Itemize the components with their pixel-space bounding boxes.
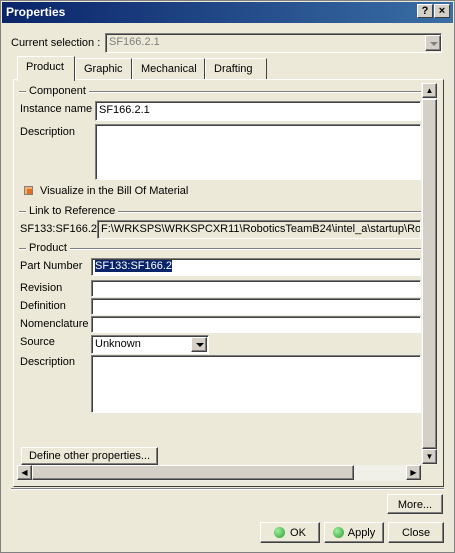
component-group-title: Component: [26, 85, 89, 97]
apply-button[interactable]: Apply: [324, 522, 384, 543]
footer-separator: [11, 488, 444, 489]
definition-field[interactable]: [91, 298, 421, 315]
component-description-label: Description: [20, 126, 76, 138]
chevron-down-icon: [430, 42, 438, 46]
properties-dialog: Properties ? × Current selection : SF166…: [0, 0, 455, 553]
tab-product-label: Product: [26, 61, 64, 73]
current-selection-value: SF166.2.1: [109, 36, 160, 48]
tab-drafting-label: Drafting: [214, 63, 253, 75]
bom-label: Visualize in the Bill Of Material: [40, 185, 189, 197]
revision-label: Revision: [20, 282, 63, 294]
vertical-scroll-thumb[interactable]: [422, 99, 437, 449]
nomenclature-field[interactable]: [91, 316, 421, 333]
ok-icon: [274, 527, 286, 538]
more-button[interactable]: More...: [387, 494, 443, 514]
ok-button-label: OK: [290, 527, 306, 539]
arrow-up-icon: ▲: [425, 86, 434, 95]
tab-mechanical-label: Mechanical: [141, 63, 197, 75]
part-number-label: Part Number: [20, 260, 83, 272]
close-icon: ×: [438, 5, 446, 17]
source-value: Unknown: [95, 338, 141, 350]
tab-product[interactable]: Product: [17, 56, 75, 81]
close-window-button[interactable]: ×: [434, 4, 450, 18]
scroll-up-button[interactable]: ▲: [422, 83, 437, 98]
title-bar: Properties: [2, 2, 453, 23]
window-title: Properties: [6, 5, 66, 19]
help-icon: ?: [421, 5, 429, 17]
bom-checkbox[interactable]: [24, 186, 33, 195]
define-other-properties-label: Define other properties...: [28, 450, 151, 462]
part-number-field[interactable]: SF133:SF166.2: [91, 258, 421, 276]
component-description-field[interactable]: [95, 124, 421, 180]
tab-mechanical[interactable]: Mechanical: [132, 58, 205, 80]
instance-name-field[interactable]: SF166.2.1: [95, 101, 421, 121]
more-button-label: More...: [397, 499, 433, 511]
define-other-properties-button[interactable]: Define other properties...: [21, 447, 158, 465]
scroll-left-button[interactable]: ◀: [17, 465, 32, 480]
horizontal-scroll-thumb[interactable]: [32, 465, 354, 480]
definition-label: Definition: [20, 300, 66, 312]
close-button[interactable]: Close: [388, 522, 444, 543]
link-group-title: Link to Reference: [26, 205, 119, 217]
scroll-down-button[interactable]: ▼: [422, 449, 437, 464]
close-button-label: Close: [401, 527, 431, 539]
tab-graphic-label: Graphic: [84, 63, 123, 75]
apply-button-label: Apply: [347, 527, 376, 539]
revision-field[interactable]: [91, 280, 421, 297]
arrow-down-icon: ▼: [425, 452, 434, 461]
link-reference-path: F:\WRKSPS\WRKSPCXR11\RoboticsTeamB24\int…: [97, 220, 421, 239]
ok-button[interactable]: OK: [260, 522, 320, 543]
nomenclature-label: Nomenclature: [20, 318, 89, 330]
arrow-right-icon: ▶: [410, 468, 417, 477]
product-group-title: Product: [26, 242, 70, 254]
link-reference-path-value: F:\WRKSPS\WRKSPCXR11\RoboticsTeamB24\int…: [101, 223, 421, 235]
scroll-right-button[interactable]: ▶: [406, 465, 421, 480]
tab-graphic[interactable]: Graphic: [75, 58, 132, 80]
source-dropdown-button[interactable]: [191, 337, 207, 352]
current-selection-label: Current selection :: [11, 37, 101, 49]
help-button[interactable]: ?: [417, 4, 433, 18]
source-label: Source: [20, 336, 55, 348]
product-group-line: [19, 248, 421, 249]
selection-dropdown-button[interactable]: [425, 35, 441, 51]
apply-icon: [332, 527, 344, 538]
link-reference-name: SF133:SF166.2: [20, 223, 98, 235]
current-selection-field[interactable]: SF166.2.1: [105, 33, 442, 53]
instance-name-label: Instance name: [20, 103, 93, 115]
chevron-down-icon: [196, 343, 204, 347]
product-description-field[interactable]: [91, 355, 421, 413]
instance-name-value: SF166.2.1: [99, 104, 150, 116]
properties-viewport: Component Instance name SF166.2.1 Descri…: [17, 83, 438, 482]
part-number-value: SF133:SF166.2: [95, 260, 173, 272]
tab-drafting[interactable]: Drafting: [205, 58, 267, 80]
arrow-left-icon: ◀: [21, 468, 28, 477]
product-description-label: Description: [20, 356, 76, 368]
